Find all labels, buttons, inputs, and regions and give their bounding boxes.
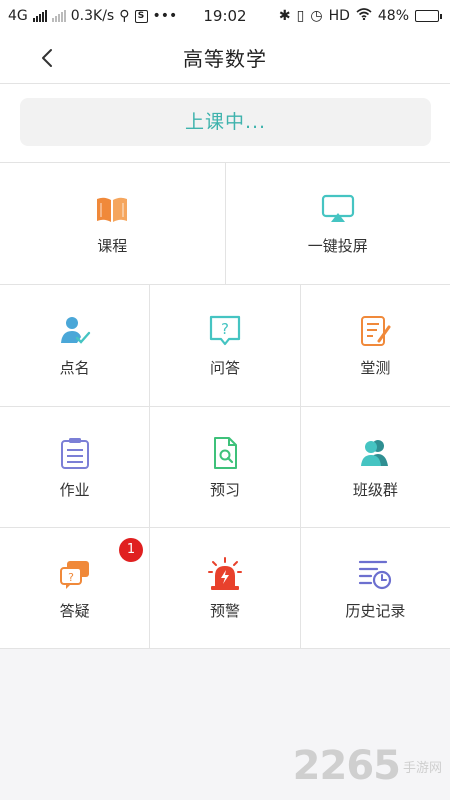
back-button[interactable] bbox=[34, 44, 62, 72]
menu-item-homework[interactable]: 作业 bbox=[0, 407, 151, 527]
menu-item-label: 点名 bbox=[59, 359, 90, 377]
status-right: ✱ ▯ ◷ HD 48% bbox=[279, 8, 442, 24]
history-icon bbox=[359, 560, 392, 589]
menu-item-quiz[interactable]: 堂测 bbox=[301, 285, 450, 406]
menu-item-questions[interactable]: ? 问答 bbox=[150, 285, 301, 406]
menu-item-answer-questions[interactable]: ? 答疑 1 bbox=[0, 528, 151, 648]
class-status-banner[interactable]: 上课中... bbox=[20, 98, 431, 146]
battery-percent: 48% bbox=[377, 8, 409, 24]
menu-item-label: 课程 bbox=[97, 237, 128, 255]
bluetooth-icon: ✱ bbox=[278, 8, 291, 24]
menu-item-label: 历史记录 bbox=[345, 601, 406, 620]
status-left: 4G 0.3K/s ⚲ S ••• bbox=[8, 8, 279, 24]
menu-item-label: 问答 bbox=[209, 359, 240, 377]
status-bar: 4G 0.3K/s ⚲ S ••• 19:02 ✱ ▯ ◷ HD 48% bbox=[0, 0, 450, 32]
watermark-number: 2265 bbox=[292, 743, 401, 789]
menu-item-course[interactable]: 课程 bbox=[0, 163, 226, 284]
feature-grid: 课程 一键投屏 点名 ? 问答 堂测 作业 预习 班级群 ? 答疑 1 预警 历… bbox=[0, 162, 450, 649]
grid-row: ? 答疑 1 预警 历史记录 bbox=[0, 527, 450, 649]
class-group-icon bbox=[361, 439, 389, 466]
more-icon: ••• bbox=[152, 8, 178, 24]
watermark-text: 手游网 bbox=[402, 761, 442, 776]
class-status-section: 上课中... bbox=[0, 84, 450, 162]
wifi-icon bbox=[356, 8, 372, 24]
network-label: 4G bbox=[8, 8, 28, 24]
alarm-light-icon bbox=[207, 556, 242, 590]
menu-item-preview[interactable]: 预习 bbox=[150, 407, 301, 527]
menu-item-label: 预习 bbox=[209, 480, 240, 499]
menu-item-label: 答疑 bbox=[59, 601, 90, 620]
menu-item-label: 作业 bbox=[59, 480, 90, 499]
question-chat-icon: ? bbox=[209, 315, 241, 346]
network-speed: 0.3K/s bbox=[70, 8, 115, 24]
menu-item-label: 预警 bbox=[209, 601, 240, 620]
menu-item-screen-cast[interactable]: 一键投屏 bbox=[226, 163, 450, 284]
qa-bubbles-icon: ? bbox=[59, 560, 89, 589]
vibrate-icon: ▯ bbox=[296, 8, 305, 24]
usb-icon: ⚲ bbox=[119, 8, 130, 24]
menu-item-history[interactable]: 历史记录 bbox=[301, 528, 450, 648]
roll-call-icon bbox=[60, 317, 90, 344]
chevron-left-icon bbox=[42, 49, 52, 67]
menu-item-roll-call[interactable]: 点名 bbox=[0, 285, 151, 406]
homework-icon bbox=[60, 437, 89, 469]
menu-item-label: 一键投屏 bbox=[307, 237, 368, 255]
preview-doc-icon bbox=[213, 436, 237, 469]
grid-row: 课程 一键投屏 bbox=[0, 162, 450, 284]
network-type: HD bbox=[328, 8, 350, 24]
battery-icon bbox=[415, 10, 442, 22]
nav-header: 高等数学 bbox=[0, 32, 450, 84]
alarm-icon: ◷ bbox=[310, 8, 323, 24]
notification-badge: 1 bbox=[119, 538, 143, 562]
menu-item-warning[interactable]: 预警 bbox=[150, 528, 301, 648]
menu-item-label: 班级群 bbox=[352, 480, 398, 499]
svg-text:?: ? bbox=[221, 320, 229, 338]
sim-icon: S bbox=[134, 9, 148, 23]
svg-text:?: ? bbox=[68, 571, 74, 584]
menu-item-label: 堂测 bbox=[360, 359, 391, 377]
watermark-logo: 2265 手游网 bbox=[293, 746, 442, 786]
grid-row: 点名 ? 问答 堂测 bbox=[0, 284, 450, 406]
book-icon bbox=[97, 197, 128, 222]
screen-cast-icon bbox=[321, 194, 354, 222]
quiz-icon bbox=[361, 316, 391, 346]
grid-row: 作业 预习 班级群 bbox=[0, 406, 450, 527]
page-title: 高等数学 bbox=[183, 47, 267, 71]
signal-icon bbox=[51, 10, 66, 22]
menu-item-class-group[interactable]: 班级群 bbox=[301, 407, 450, 527]
signal-icon bbox=[32, 10, 47, 22]
